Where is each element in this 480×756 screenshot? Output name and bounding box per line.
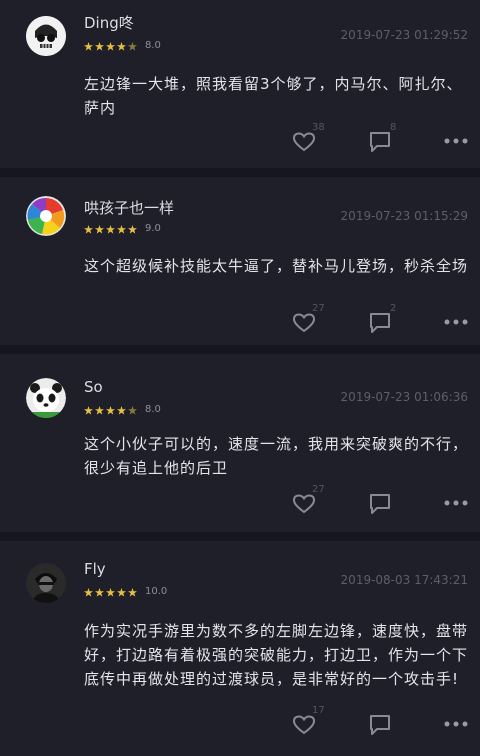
- panda-avatar[interactable]: [26, 378, 66, 418]
- star-icon: [95, 587, 104, 597]
- comment-card: So 8.0 2019-07-23 01:06:36 这个小伙子可以的，速度一流…: [0, 354, 480, 532]
- username[interactable]: Ding咚: [84, 12, 134, 33]
- like-count: 27: [312, 484, 325, 495]
- dark-portrait-avatar[interactable]: [26, 563, 66, 603]
- comment-icon[interactable]: [369, 131, 391, 153]
- rating-score: 10.0: [145, 586, 168, 597]
- rating-score: 9.0: [145, 223, 161, 234]
- more-icon[interactable]: [444, 138, 468, 144]
- rating: 9.0: [84, 223, 161, 235]
- more-icon[interactable]: [444, 319, 468, 325]
- star-icon: [117, 405, 126, 415]
- comment-icon[interactable]: [369, 714, 391, 736]
- colorful-swirl-avatar[interactable]: [26, 196, 66, 236]
- star-icon: [128, 587, 137, 597]
- star-icon: [84, 224, 93, 234]
- username[interactable]: Fly: [84, 560, 106, 578]
- like-count: 17: [312, 705, 325, 716]
- star-icon: [106, 405, 115, 415]
- reply-count: 2: [390, 303, 397, 314]
- timestamp: 2019-08-03 17:43:21: [340, 573, 468, 587]
- star-icon: [117, 587, 126, 597]
- star-icon: [95, 41, 104, 51]
- comment-card: 哄孩子也一样 9.0 2019-07-23 01:15:29 这个超级候补技能太…: [0, 177, 480, 345]
- username[interactable]: 哄孩子也一样: [84, 197, 174, 218]
- reply-count: 8: [390, 122, 397, 133]
- comment-text: 这个小伙子可以的，速度一流，我用来突破爽的不行，很少有追上他的后卫: [84, 435, 469, 477]
- timestamp: 2019-07-23 01:15:29: [340, 209, 468, 223]
- star-icon: [84, 405, 93, 415]
- skull-avatar[interactable]: [26, 16, 66, 56]
- star-icon: [106, 224, 115, 234]
- rating: 10.0: [84, 586, 167, 598]
- comment-text: 左边锋一大堆，照我看留3个够了，内马尔、阿扎尔、萨内: [84, 75, 463, 117]
- star-icon: [117, 224, 126, 234]
- rating: 8.0: [84, 40, 161, 52]
- star-icon: [95, 224, 104, 234]
- rating: 8.0: [84, 404, 161, 416]
- star-icon: [128, 224, 137, 234]
- rating-score: 8.0: [145, 40, 161, 51]
- comment-icon[interactable]: [369, 493, 391, 515]
- star-icon: [95, 405, 104, 415]
- comment-feed: Ding咚 8.0 2019-07-23 01:29:52 左边锋一大堆，照我看…: [0, 0, 480, 756]
- heart-icon[interactable]: [292, 132, 316, 152]
- comment-card: Fly 10.0 2019-08-03 17:43:21 作为实况手游里为数不多…: [0, 541, 480, 756]
- timestamp: 2019-07-23 01:29:52: [340, 28, 468, 42]
- star-icon: [106, 41, 115, 51]
- comment-text: 这个超级候补技能太牛逼了，替补马儿登场，秒杀全场: [84, 257, 469, 275]
- star-icon: [84, 587, 93, 597]
- star-icon: [117, 41, 126, 51]
- comment-text: 作为实况手游里为数不多的左脚左边锋，速度快，盘带好，打边路有着极强的突破能力，打…: [84, 622, 469, 688]
- heart-icon[interactable]: [292, 494, 316, 514]
- more-icon[interactable]: [444, 721, 468, 727]
- rating-score: 8.0: [145, 404, 161, 415]
- username[interactable]: So: [84, 378, 103, 396]
- star-empty-icon: [128, 405, 137, 415]
- like-count: 27: [312, 303, 325, 314]
- heart-icon[interactable]: [292, 313, 316, 333]
- divider: [0, 532, 480, 541]
- heart-icon[interactable]: [292, 715, 316, 735]
- comment-card: Ding咚 8.0 2019-07-23 01:29:52 左边锋一大堆，照我看…: [0, 0, 480, 168]
- divider: [0, 168, 480, 177]
- like-count: 38: [312, 122, 325, 133]
- star-icon: [84, 41, 93, 51]
- star-empty-icon: [128, 41, 137, 51]
- comment-icon[interactable]: [369, 312, 391, 334]
- star-icon: [106, 587, 115, 597]
- timestamp: 2019-07-23 01:06:36: [340, 390, 468, 404]
- divider: [0, 345, 480, 354]
- more-icon[interactable]: [444, 500, 468, 506]
